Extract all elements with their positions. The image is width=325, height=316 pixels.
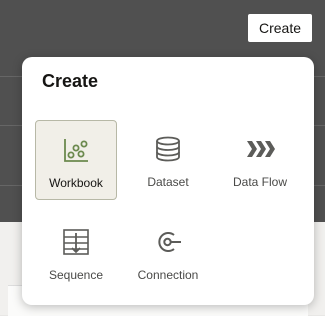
data-flow-icon [245, 134, 275, 164]
create-sequence-item[interactable]: Sequence [35, 213, 117, 293]
create-data-flow-item[interactable]: Data Flow [219, 120, 301, 200]
create-button[interactable]: Create [248, 14, 312, 42]
sequence-icon [61, 227, 91, 257]
dataset-label: Dataset [147, 175, 189, 189]
create-connection-item[interactable]: Connection [127, 213, 209, 293]
create-popup: Create Workbook Dataset Data Flow Sequen… [22, 57, 314, 305]
connection-label: Connection [137, 268, 199, 282]
popup-title: Create [42, 71, 99, 91]
workbook-chart-icon [61, 135, 91, 165]
create-dataset-item[interactable]: Dataset [127, 120, 209, 200]
sequence-label: Sequence [48, 268, 104, 282]
database-icon [153, 134, 183, 164]
create-workbook-item[interactable]: Workbook [35, 120, 117, 200]
data-flow-label: Data Flow [232, 175, 288, 189]
workbook-label: Workbook [49, 176, 103, 190]
connection-icon [153, 227, 183, 257]
